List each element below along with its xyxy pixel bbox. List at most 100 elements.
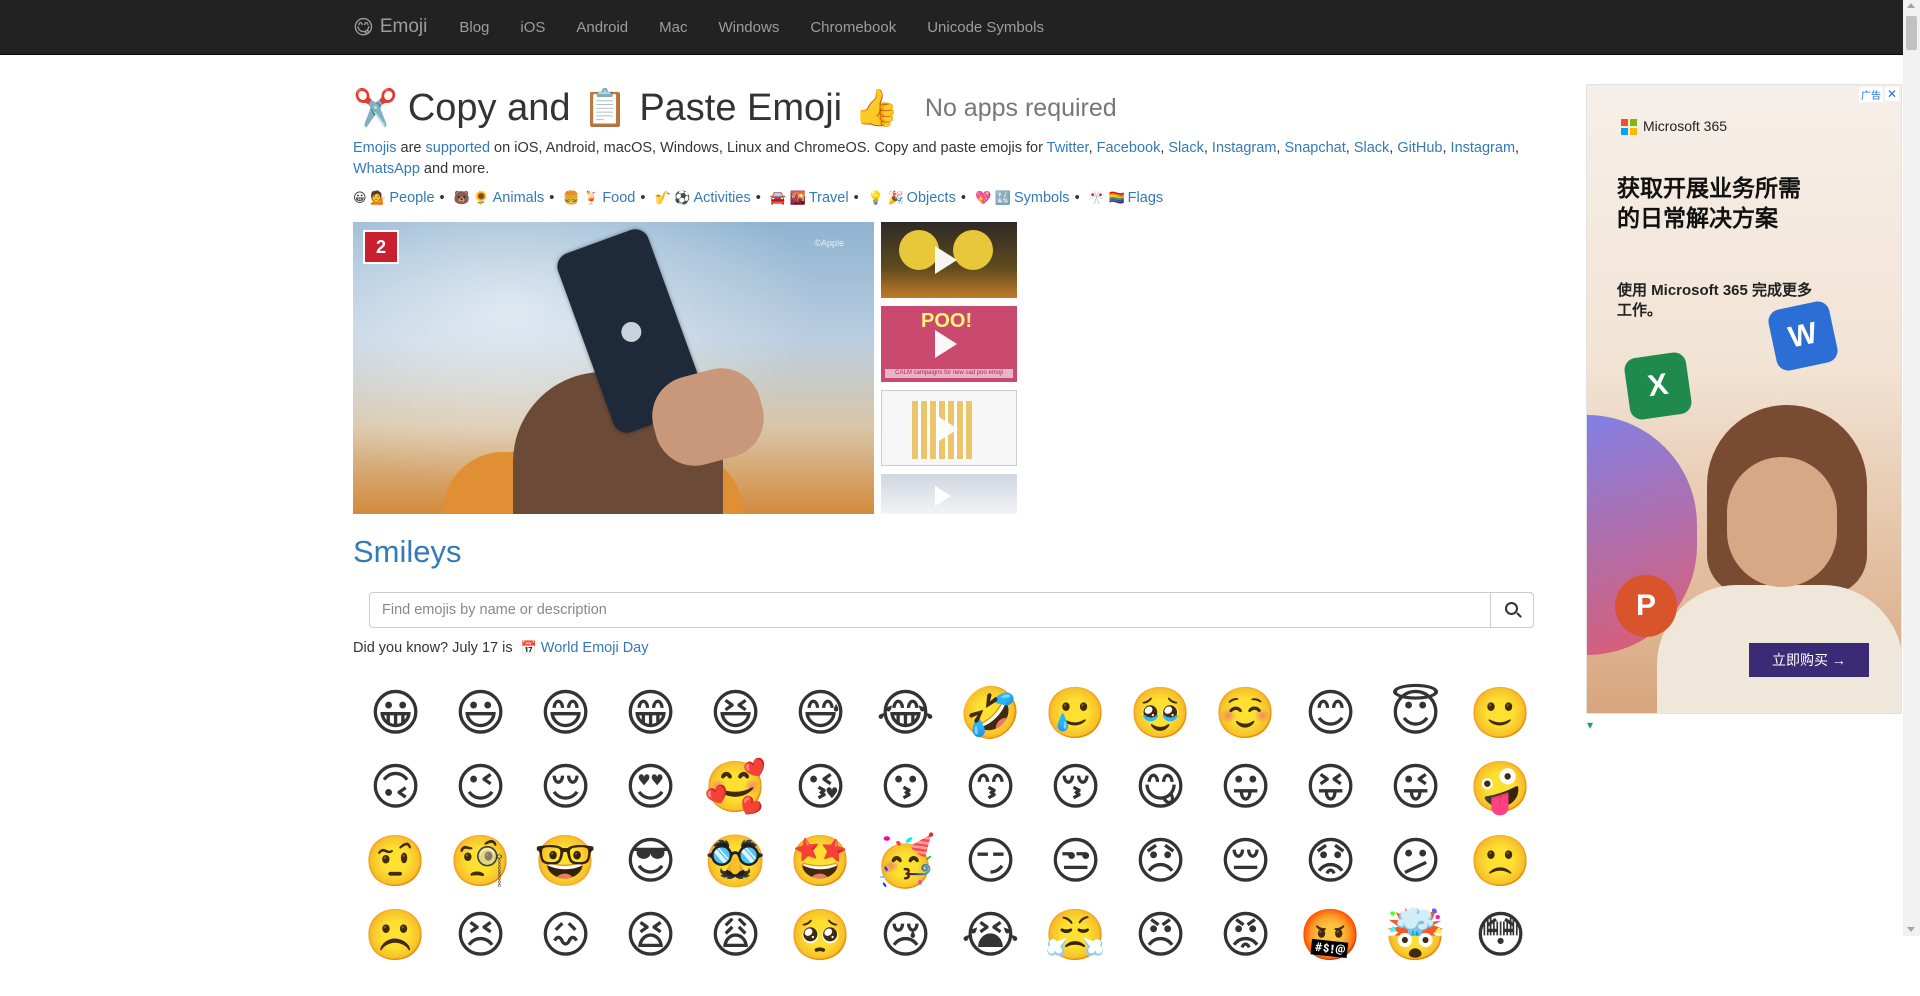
emoji-item[interactable]: 🙃 [353,750,438,824]
supported-link[interactable]: supported [426,140,491,156]
emoji-item[interactable]: 🥳 [863,824,948,898]
channel-logo[interactable]: 2 [363,230,399,264]
whatsapp-link[interactable]: WhatsApp [353,161,420,177]
emoji-item[interactable]: 😊 [1288,676,1373,750]
section-title-smileys[interactable]: Smileys [353,534,462,570]
instagram-link-2[interactable]: Instagram [1451,140,1515,156]
emoji-item[interactable]: ☹️ [353,898,438,972]
emoji-item[interactable]: 🤯 [1373,898,1458,972]
category-link-flags[interactable]: Flags [1128,190,1163,206]
scroll-down-arrow-icon[interactable] [1907,927,1915,932]
ad-label[interactable]: 广告 [1859,87,1883,102]
nav-link-android[interactable]: Android [576,19,628,36]
emoji-item[interactable]: 🤩 [778,824,863,898]
category-link-animals[interactable]: Animals [493,190,545,206]
emoji-item[interactable]: 😘 [778,750,863,824]
emoji-item[interactable]: 🙂 [1458,676,1535,750]
advertisement[interactable]: Microsoft 365 获取开展业务所需的日常解决方案 使用 Microso… [1586,84,1902,714]
slack-link-2[interactable]: Slack [1354,140,1389,156]
emoji-item[interactable]: 😀 [353,676,438,750]
emoji-item[interactable]: 😄 [523,676,608,750]
emoji-item[interactable]: 😞 [1118,824,1203,898]
world-emoji-day-link[interactable]: World Emoji Day [541,640,649,656]
emoji-item[interactable]: 😂 [863,676,948,750]
emoji-item[interactable]: 😜 [1373,750,1458,824]
instagram-link[interactable]: Instagram [1212,140,1276,156]
ad-feedback-icon[interactable]: ▾ [1587,718,1593,732]
emoji-item[interactable]: 😅 [778,676,863,750]
search-input[interactable] [370,593,1480,627]
category-link-people[interactable]: People [389,190,434,206]
ad-close-icon[interactable]: ✕ [1885,87,1899,101]
emoji-item[interactable]: 😤 [1033,898,1118,972]
emoji-item[interactable]: 😌 [523,750,608,824]
scroll-thumb[interactable] [1906,16,1917,50]
emoji-item[interactable]: 🤣 [948,676,1033,750]
emoji-item[interactable]: 😠 [1118,898,1203,972]
emoji-item[interactable]: 😟 [1288,824,1373,898]
category-link-travel[interactable]: Travel [809,190,849,206]
video-thumbnail-4[interactable] [881,474,1017,514]
emoji-item[interactable]: 😚 [1033,750,1118,824]
emoji-item[interactable]: 😁 [608,676,693,750]
video-thumbnail-3[interactable] [881,390,1017,466]
emoji-item[interactable]: 😢 [863,898,948,972]
nav-link-windows[interactable]: Windows [718,19,779,36]
emoji-item[interactable]: 🥰 [693,750,778,824]
emoji-item[interactable]: 🤬 [1288,898,1373,972]
emoji-item[interactable]: 🙁 [1458,824,1535,898]
emoji-item[interactable]: 😃 [438,676,523,750]
snapchat-link[interactable]: Snapchat [1284,140,1345,156]
search-button[interactable] [1490,593,1533,627]
emoji-item[interactable]: 😫 [608,898,693,972]
emojis-link[interactable]: Emojis [353,140,397,156]
page-scrollbar[interactable] [1903,0,1920,936]
brand-link[interactable]: 😋 Emoji [353,15,427,40]
emoji-item[interactable]: 😆 [693,676,778,750]
emoji-item[interactable]: 🥺 [778,898,863,972]
nav-link-mac[interactable]: Mac [659,19,687,36]
ad-buy-now-button[interactable]: 立即购买 → [1749,643,1869,677]
emoji-item[interactable]: 😎 [608,824,693,898]
emoji-item[interactable]: 😖 [523,898,608,972]
nav-link-ios[interactable]: iOS [520,19,545,36]
emoji-item[interactable]: 😭 [948,898,1033,972]
emoji-item[interactable]: 🧐 [438,824,523,898]
emoji-item[interactable]: 😕 [1373,824,1458,898]
category-link-food[interactable]: Food [602,190,635,206]
nav-link-blog[interactable]: Blog [459,19,489,36]
emoji-item[interactable]: 😉 [438,750,523,824]
category-link-symbols[interactable]: Symbols [1014,190,1070,206]
emoji-item[interactable]: 😛 [1203,750,1288,824]
twitter-link[interactable]: Twitter [1047,140,1089,156]
github-link[interactable]: GitHub [1397,140,1442,156]
emoji-item[interactable]: 🥹 [1118,676,1203,750]
nav-link-chromebook[interactable]: Chromebook [810,19,896,36]
emoji-item[interactable]: 😣 [438,898,523,972]
emoji-item[interactable]: 🤪 [1458,750,1535,824]
emoji-item[interactable]: 😒 [1033,824,1118,898]
emoji-item[interactable]: 😡 [1203,898,1288,972]
video-thumbnail-2[interactable]: POO! CALM campaigns for new sad poo emoj… [881,306,1017,382]
emoji-item[interactable]: 😝 [1288,750,1373,824]
emoji-item[interactable]: 😔 [1203,824,1288,898]
emoji-item[interactable]: 😙 [948,750,1033,824]
emoji-item[interactable]: 😍 [608,750,693,824]
video-player[interactable]: 2 ©Apple [353,222,874,514]
emoji-item[interactable]: 🤓 [523,824,608,898]
category-link-activities[interactable]: Activities [693,190,750,206]
category-link-objects[interactable]: Objects [907,190,956,206]
emoji-item[interactable]: 🥸 [693,824,778,898]
nav-link-unicode-symbols[interactable]: Unicode Symbols [927,19,1044,36]
emoji-item[interactable]: 😩 [693,898,778,972]
scroll-up-arrow-icon[interactable] [1907,3,1915,8]
slack-link[interactable]: Slack [1168,140,1203,156]
video-thumbnail-1[interactable] [881,222,1017,298]
emoji-item[interactable]: 😋 [1118,750,1203,824]
emoji-item[interactable]: 🥲 [1033,676,1118,750]
emoji-item[interactable]: 😏 [948,824,1033,898]
emoji-item[interactable]: 😗 [863,750,948,824]
facebook-link[interactable]: Facebook [1097,140,1161,156]
emoji-item[interactable]: 😇 [1373,676,1458,750]
emoji-item[interactable]: 😳 [1458,898,1535,972]
